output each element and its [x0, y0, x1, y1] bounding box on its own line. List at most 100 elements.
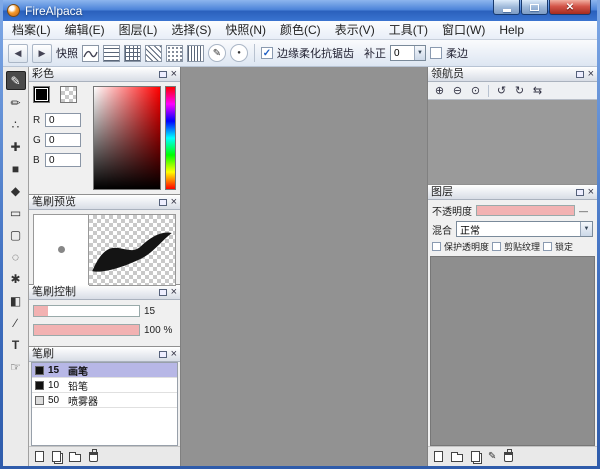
soft-edge-checkbox[interactable] [430, 47, 442, 59]
close-panel-icon[interactable]: × [588, 187, 594, 197]
right-panel-column: 领航员 × ⊕ ⊖ ⊙ ↺ ↻ ⇆ [427, 67, 597, 466]
eraser-tool[interactable]: ✏ [6, 93, 26, 112]
undo-button[interactable]: ◀ [8, 44, 28, 63]
minimize-button[interactable] [493, 0, 520, 15]
lasso-tool[interactable]: ◌ [6, 247, 26, 266]
add-brush-icon[interactable] [35, 451, 44, 462]
close-panel-icon[interactable]: × [171, 69, 177, 79]
pen-tip-button[interactable]: ✎ [208, 44, 226, 62]
magic-wand-tool[interactable]: ✱ [6, 269, 26, 288]
duplicate-layer-icon[interactable] [471, 451, 480, 462]
layer-list[interactable] [430, 256, 595, 446]
brush-size-slider[interactable] [33, 305, 140, 317]
gradient-tool[interactable]: ◆ [6, 181, 26, 200]
rotate-right-icon[interactable]: ↻ [512, 83, 527, 98]
select-poly-tool[interactable]: ▢ [6, 225, 26, 244]
menu-edit[interactable]: 编辑(E) [58, 21, 112, 39]
brush-style-slot-2[interactable] [103, 45, 120, 62]
eyedropper-tool[interactable]: ∕ [6, 313, 26, 332]
select-rect-tool[interactable]: ▭ [6, 203, 26, 222]
zoom-out-icon[interactable]: ⊖ [450, 83, 465, 98]
green-channel-input[interactable]: 0 [45, 133, 81, 147]
move-tool[interactable]: ✚ [6, 137, 26, 156]
close-button[interactable]: ✕ [549, 0, 591, 15]
rename-layer-icon[interactable]: ✎ [488, 452, 496, 462]
menu-window[interactable]: 窗口(W) [435, 21, 492, 39]
float-panel-icon[interactable] [576, 71, 584, 78]
delete-brush-icon[interactable] [89, 452, 98, 462]
brush-opacity-slider[interactable] [33, 324, 140, 336]
layer-opacity-slider[interactable] [476, 205, 575, 216]
close-panel-icon[interactable]: × [171, 287, 177, 297]
transparent-color-swatch[interactable] [60, 86, 77, 103]
saturation-value-picker[interactable] [93, 86, 161, 190]
add-layer-folder-icon[interactable] [451, 454, 463, 462]
menu-tools[interactable]: 工具(T) [382, 21, 435, 39]
float-panel-icon[interactable] [576, 189, 584, 196]
menu-help[interactable]: Help [492, 21, 531, 39]
brush-style-slot-6[interactable] [187, 45, 204, 62]
zoom-reset-icon[interactable]: ⊙ [468, 83, 483, 98]
rotate-left-icon[interactable]: ↺ [494, 83, 509, 98]
hand-tool[interactable]: ☞ [6, 357, 26, 376]
protect-alpha-checkbox[interactable] [432, 242, 441, 251]
bucket-tool[interactable]: ◧ [6, 291, 26, 310]
dot-tip-button[interactable]: ● [230, 44, 248, 62]
brush-style-slot-1[interactable] [82, 45, 99, 62]
zoom-in-icon[interactable]: ⊕ [432, 83, 447, 98]
duplicate-brush-icon[interactable] [52, 451, 61, 462]
layer-options-row: 保护透明度 剪贴纹理 锁定 [428, 237, 597, 256]
brush-tool[interactable]: ✎ [6, 71, 26, 90]
red-channel-input[interactable]: 0 [45, 113, 81, 127]
menu-select[interactable]: 选择(S) [164, 21, 218, 39]
lock-label: 锁定 [555, 240, 573, 253]
brush-style-slot-3[interactable] [124, 45, 141, 62]
lock-checkbox[interactable] [543, 242, 552, 251]
float-panel-icon[interactable] [159, 199, 167, 206]
close-panel-icon[interactable]: × [171, 197, 177, 207]
brush-style-slot-4[interactable] [145, 45, 162, 62]
float-panel-icon[interactable] [159, 289, 167, 296]
menu-color[interactable]: 颜色(C) [273, 21, 328, 39]
redo-button[interactable]: ▶ [32, 44, 52, 63]
close-panel-icon[interactable]: × [171, 349, 177, 359]
hue-slider[interactable] [165, 86, 176, 190]
menu-snapshot[interactable]: 快照(N) [218, 21, 273, 39]
flip-icon[interactable]: ⇆ [530, 83, 545, 98]
brush-folder-icon[interactable] [69, 454, 81, 462]
brush-item-size: 15 [48, 365, 64, 376]
brush-panel-title: 笔刷 [32, 347, 159, 361]
text-tool[interactable]: T [6, 335, 26, 354]
foreground-color-swatch[interactable] [33, 86, 50, 103]
float-panel-icon[interactable] [159, 351, 167, 358]
magic-wand-icon: ✱ [10, 272, 20, 286]
brush-list-item[interactable]: 15 画笔 [32, 363, 177, 378]
left-panel-column: 彩色 × R 0 [29, 67, 181, 466]
snapshot-label: 快照 [56, 45, 78, 61]
toolbar-separator [254, 44, 255, 62]
blue-channel-input[interactable]: 0 [45, 153, 81, 167]
brush-item-name: 喷雾器 [68, 393, 98, 408]
navigator-preview[interactable] [428, 100, 597, 184]
blend-mode-dropdown[interactable]: 正常 ▼ [456, 221, 593, 237]
float-panel-icon[interactable] [159, 71, 167, 78]
brush-style-slot-5[interactable] [166, 45, 183, 62]
close-panel-icon[interactable]: × [588, 69, 594, 79]
correction-dropdown[interactable]: 0 ▼ [390, 45, 426, 61]
fill-tool[interactable]: ■ [6, 159, 26, 178]
hand-icon: ☞ [10, 360, 21, 374]
add-layer-icon[interactable] [434, 451, 443, 462]
antialias-checkbox[interactable]: ✓ [261, 47, 273, 59]
smudge-tool[interactable]: ∴ [6, 115, 26, 134]
brush-list-item[interactable]: 50 喷雾器 [32, 393, 177, 408]
menu-view[interactable]: 表示(V) [328, 21, 382, 39]
maximize-button[interactable] [521, 0, 548, 15]
window-controls: ✕ [492, 0, 591, 15]
clipping-checkbox[interactable] [492, 242, 501, 251]
canvas-area[interactable] [181, 67, 427, 466]
protect-alpha-label: 保护透明度 [444, 240, 489, 253]
menu-layer[interactable]: 图层(L) [112, 21, 165, 39]
delete-layer-icon[interactable] [504, 452, 513, 462]
menu-file[interactable]: 档案(L) [5, 21, 58, 39]
brush-list-item[interactable]: 10 铅笔 [32, 378, 177, 393]
